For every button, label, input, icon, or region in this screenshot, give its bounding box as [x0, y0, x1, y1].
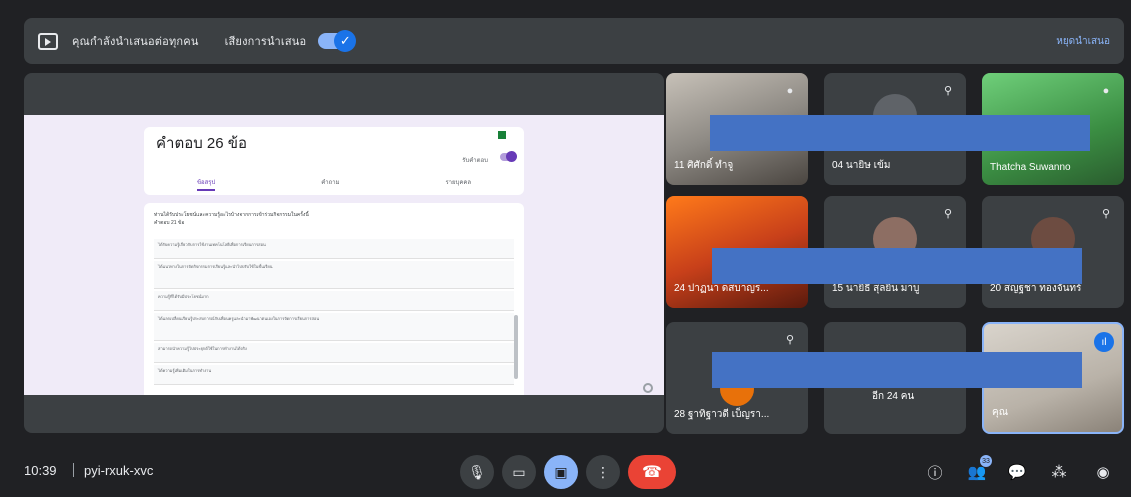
list-item: ได้ความรู้เพิ่มเติมในการทำงาน — [154, 365, 514, 385]
tab-summary: ข้อสรุป — [196, 177, 216, 191]
divider — [73, 463, 74, 477]
chat-button[interactable]: 💬 — [1004, 459, 1030, 485]
mic-icon: ● — [1102, 85, 1110, 97]
gear-icon — [643, 383, 653, 393]
list-item: ได้รับความรู้เกี่ยวกับการใช้งานเทคโนโลยี… — [154, 239, 514, 259]
info-icon: ⓘ — [927, 464, 943, 482]
check-icon: ✓ — [334, 30, 357, 52]
present-screen-icon — [38, 32, 58, 50]
bottom-toolbar: 10:39 pyi-rxuk-xvc 🎙 ▭ ▣ ⋮ ☎ ⓘ 👥 33 💬 ⁂ … — [0, 447, 1131, 497]
camera-icon: ▭ — [512, 463, 526, 480]
mic-off-icon: ⚲ — [943, 208, 953, 220]
more-options-button[interactable]: ⋮ — [586, 455, 620, 489]
redaction-bar — [712, 352, 1082, 388]
participant-name: 04 นายิษ เข้ม — [832, 160, 891, 171]
participant-name: Thatcha Suwanno — [990, 162, 1071, 173]
list-item: สามารถนำความรู้ไปประยุกต์ใช้ในการทำงานได… — [154, 343, 514, 363]
presentation-stage: คำตอบ 26 ข้อ รับคำตอบ ข้อสรุป คำถาม รายบ… — [24, 73, 664, 433]
tab-individual: รายบุคคล — [445, 180, 472, 186]
host-controls-button[interactable]: ◉ — [1090, 459, 1116, 485]
present-icon: ▣ — [554, 463, 568, 480]
responses-card: ท่านได้รับประโยชน์และความรู้อะไรบ้างจากก… — [144, 203, 524, 395]
form-title: คำตอบ 26 ข้อ — [156, 135, 248, 152]
others-count-label: อีก 24 คน — [872, 391, 915, 402]
activities-icon: ⁂ — [1051, 464, 1067, 481]
chat-icon: 💬 — [1007, 464, 1027, 481]
list-item: ได้แลกเปลี่ยนเรียนรู้ประสบการณ์กับเพื่อน… — [154, 313, 514, 341]
sheets-icon — [498, 131, 506, 139]
clock-time: 10:39 — [24, 463, 57, 478]
leave-call-button[interactable]: ☎ — [628, 455, 676, 489]
response-scrollbar[interactable] — [514, 315, 518, 379]
list-item: ความรู้ที่ได้รับมีประโยชน์มาก — [154, 291, 514, 311]
end-call-icon: ☎ — [642, 464, 662, 481]
shared-form-document: คำตอบ 26 ข้อ รับคำตอบ ข้อสรุป คำถาม รายบ… — [24, 115, 664, 395]
question-text: ท่านได้รับประโยชน์และความรู้อะไรบ้างจากก… — [154, 212, 309, 226]
stop-presenting-button[interactable]: หยุดนำเสนอ — [1056, 34, 1110, 49]
accepting-responses-label: รับคำตอบ — [462, 158, 488, 164]
camera-toggle-button[interactable]: ▭ — [502, 455, 536, 489]
present-now-button[interactable]: ▣ — [544, 455, 578, 489]
presentation-audio-label: เสียงการนำเสนอ — [224, 36, 307, 48]
redaction-bar — [712, 248, 1082, 284]
people-count-badge: 33 — [980, 455, 992, 467]
mic-off-icon: ⚲ — [943, 85, 953, 97]
form-header-card: คำตอบ 26 ข้อ รับคำตอบ ข้อสรุป คำถาม รายบ… — [144, 127, 524, 195]
mic-toggle-button[interactable]: 🎙 — [460, 455, 494, 489]
mic-off-icon: ⚲ — [785, 334, 795, 346]
mic-icon: 🎙 — [468, 463, 486, 480]
mic-icon: ● — [786, 85, 794, 97]
redaction-bar — [710, 115, 1090, 151]
participant-name: 28 ฐาทิฐาวดี เบ็ญรา... — [674, 409, 770, 420]
lock-person-icon: ◉ — [1096, 464, 1110, 481]
participant-name: คุณ — [992, 407, 1008, 418]
activities-button[interactable]: ⁂ — [1046, 459, 1072, 485]
speaking-indicator-icon: ıl — [1094, 332, 1114, 352]
list-item: ได้แนวทางในการจัดกิจกรรมการเรียนรู้และนำ… — [154, 261, 514, 289]
meeting-code: pyi-rxuk-xvc — [84, 463, 154, 478]
presenting-banner: คุณกำลังนำเสนอต่อทุกคน เสียงการนำเสนอ ✓ … — [24, 18, 1124, 64]
participant-name: 11 ศิศักดิ์ ทำจู — [674, 160, 734, 171]
presentation-audio-toggle[interactable]: ✓ — [318, 30, 357, 52]
more-vert-icon: ⋮ — [596, 463, 610, 480]
people-button[interactable]: 👥 33 — [964, 455, 992, 485]
mic-off-icon: ⚲ — [1101, 208, 1111, 220]
accepting-responses-toggle — [500, 151, 517, 162]
tab-questions: คำถาม — [321, 180, 340, 186]
meeting-details-button[interactable]: ⓘ — [922, 459, 948, 485]
form-tabs: ข้อสรุป คำถาม รายบุคคล — [144, 177, 524, 191]
presenting-text: คุณกำลังนำเสนอต่อทุกคน — [72, 36, 199, 48]
response-list: ได้รับความรู้เกี่ยวกับการใช้งานเทคโนโลยี… — [154, 239, 514, 387]
